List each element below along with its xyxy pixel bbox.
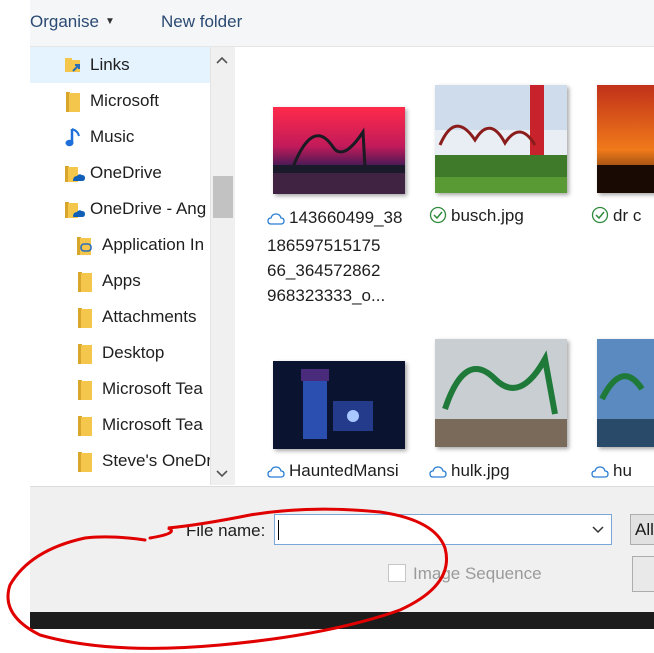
- file-caption: hu: [591, 458, 632, 485]
- file-thumbnail-hulk: [435, 339, 567, 447]
- folder-icon: [78, 343, 96, 364]
- file-name-line: 186597515175: [267, 236, 381, 255]
- navigation-pane: Links Microsoft Music OneDrive OneDrive …: [30, 47, 210, 485]
- open-button[interactable]: [632, 556, 654, 592]
- nav-item-label: Steve's OneDr: [102, 451, 210, 470]
- new-folder-button[interactable]: New folder: [161, 12, 242, 32]
- onedrive-folder-icon: [64, 199, 85, 218]
- nav-item-label: OneDrive: [90, 163, 162, 182]
- cloud-icon: [267, 208, 285, 233]
- file-name-line: hulk.jpg: [451, 461, 510, 480]
- file-name-line: busch.jpg: [451, 206, 524, 225]
- file-name-line: dr c: [613, 206, 642, 225]
- file-type-filter[interactable]: All: [630, 514, 654, 545]
- music-icon: [64, 127, 82, 147]
- cloud-icon: [591, 461, 609, 485]
- file-item[interactable]: hu: [591, 339, 654, 485]
- nav-item-music[interactable]: Music: [30, 119, 210, 155]
- file-caption: 143660499_38 186597515175 66_364572862 9…: [267, 205, 402, 308]
- folder-icon: [78, 415, 96, 436]
- folder-icon: [78, 271, 96, 292]
- caret-down-icon: ▼: [104, 16, 115, 27]
- dialog-footer: File name: All Image Sequence: [30, 486, 654, 613]
- nav-item-microsoft-teams-2[interactable]: Microsoft Tea: [30, 407, 210, 443]
- file-item[interactable]: 143660499_38 186597515175 66_364572862 9…: [267, 105, 407, 365]
- file-thumbnail-hulk-2: [597, 339, 654, 447]
- scroll-up-icon[interactable]: [216, 53, 228, 67]
- dialog-toolbar: Organise ▼ New folder: [30, 0, 654, 47]
- file-name-combobox[interactable]: [274, 514, 612, 545]
- nav-item-onedrive[interactable]: OneDrive: [30, 155, 210, 191]
- nav-item-onedrive-ang[interactable]: OneDrive - Ang: [30, 191, 210, 227]
- synced-check-icon: [429, 206, 447, 231]
- nav-item-microsoft-teams-1[interactable]: Microsoft Tea: [30, 371, 210, 407]
- scroll-down-icon[interactable]: [216, 467, 228, 481]
- file-item[interactable]: HauntedMansi: [267, 359, 407, 485]
- organise-menu-button[interactable]: Organise ▼: [30, 12, 115, 32]
- nav-item-label: Microsoft: [90, 91, 159, 110]
- navigation-scrollbar[interactable]: [210, 47, 235, 485]
- nav-item-label: Application In: [102, 235, 205, 254]
- file-thumbnail-haunted-mansion: [273, 361, 405, 449]
- nav-item-label: OneDrive - Ang: [90, 199, 207, 218]
- nav-item-desktop[interactable]: Desktop: [30, 335, 210, 371]
- nav-item-label: Microsoft Tea: [102, 379, 203, 398]
- nav-item-label: Apps: [102, 271, 141, 290]
- nav-item-label: Attachments: [102, 307, 197, 326]
- folder-icon: [78, 307, 96, 328]
- file-caption: dr c: [591, 203, 641, 231]
- file-name-label: File name:: [186, 521, 266, 540]
- file-thumbnail-orange-sky: [597, 85, 654, 193]
- nav-item-label: Links: [90, 55, 130, 74]
- file-caption: HauntedMansi: [267, 458, 399, 485]
- nav-item-application-in[interactable]: Application In: [30, 227, 210, 263]
- nav-item-links[interactable]: Links: [30, 47, 210, 83]
- onedrive-folder-icon: [64, 163, 85, 182]
- file-item[interactable]: dr c: [591, 85, 654, 245]
- nav-item-attachments[interactable]: Attachments: [30, 299, 210, 335]
- image-sequence-label: Image Sequence: [413, 564, 542, 583]
- nav-item-apps[interactable]: Apps: [30, 263, 210, 299]
- file-name-line: 143660499_38: [289, 208, 403, 227]
- nav-item-label: Music: [90, 127, 135, 146]
- cloud-icon: [267, 461, 285, 485]
- file-item[interactable]: busch.jpg: [429, 85, 569, 245]
- nav-item-microsoft[interactable]: Microsoft: [30, 83, 210, 119]
- nav-item-label: Microsoft Tea: [102, 415, 203, 434]
- cloud-icon: [429, 461, 447, 485]
- scrollbar-thumb[interactable]: [213, 176, 233, 218]
- bottom-dark-strip: [30, 612, 654, 629]
- nav-item-label: Desktop: [102, 343, 165, 362]
- file-caption: busch.jpg: [429, 203, 524, 231]
- link-folder-icon: [76, 235, 94, 255]
- file-item[interactable]: hulk.jpg: [429, 339, 569, 485]
- file-name-line: 968323333_o...: [267, 286, 386, 305]
- chevron-down-icon[interactable]: [591, 522, 605, 540]
- folder-icon: [78, 379, 96, 400]
- nav-item-steves-onedrive[interactable]: Steve's OneDr: [30, 443, 210, 479]
- file-name-line: HauntedMansi: [289, 461, 399, 480]
- folder-icon: [66, 91, 84, 112]
- image-sequence-checkbox[interactable]: [388, 564, 406, 582]
- file-thumbnail-sunset-coaster: [273, 107, 405, 194]
- file-caption: hulk.jpg: [429, 458, 510, 485]
- file-name-input[interactable]: [279, 518, 583, 543]
- file-name-line: 66_364572862: [267, 261, 381, 280]
- file-thumbnail-busch: [435, 85, 567, 193]
- folder-icon: [78, 451, 96, 472]
- organise-label: Organise: [30, 12, 99, 31]
- file-list-pane: 143660499_38 186597515175 66_364572862 9…: [235, 47, 654, 485]
- left-margin: [0, 0, 30, 653]
- file-name-line: hu: [613, 461, 632, 480]
- links-folder-icon: [64, 55, 82, 73]
- synced-check-icon: [591, 206, 609, 231]
